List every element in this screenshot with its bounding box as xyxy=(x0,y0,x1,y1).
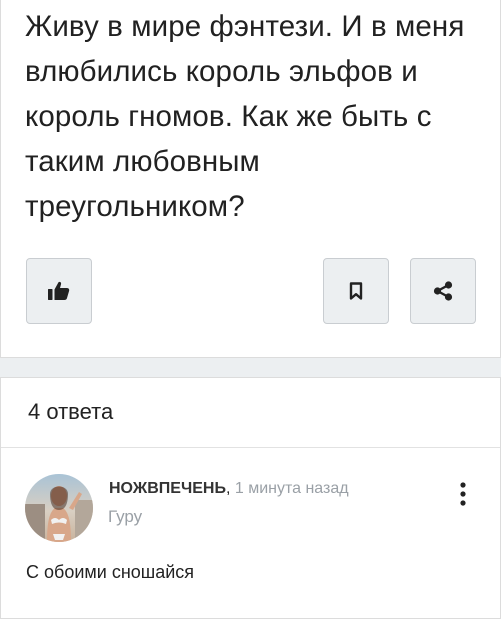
share-icon xyxy=(433,281,453,301)
author-line: НОЖВПЕЧЕНЬ, 1 минута назад xyxy=(109,480,349,498)
question-text: Живу в мире фэнтези. И в меня влюбились … xyxy=(25,10,465,223)
bookmark-icon xyxy=(349,282,363,300)
author-name[interactable]: НОЖВПЕЧЕНЬ xyxy=(109,480,226,497)
share-button[interactable] xyxy=(410,258,476,324)
author-separator: , xyxy=(225,480,231,497)
avatar-image xyxy=(25,474,93,542)
answer-text: С обоими сношайся xyxy=(26,562,195,582)
answer-item: НОЖВПЕЧЕНЬ, 1 минута назад Гуру С обоими… xyxy=(1,448,500,618)
author-rank: Гуру xyxy=(108,507,143,526)
thumbs-up-icon xyxy=(48,281,70,300)
bookmark-button[interactable] xyxy=(323,258,389,324)
answers-card: 4 ответа НОЖВПЕЧЕНЬ, 1 минута назад Гуру… xyxy=(0,377,501,619)
answers-header: 4 ответа xyxy=(1,378,500,448)
answer-time: 1 минута назад xyxy=(234,480,349,497)
like-button[interactable] xyxy=(26,258,92,324)
avatar[interactable] xyxy=(25,474,93,542)
question-card: Живу в мире фэнтези. И в меня влюбились … xyxy=(0,0,501,358)
answers-count: 4 ответа xyxy=(28,399,114,424)
more-vertical-icon[interactable] xyxy=(453,481,473,507)
